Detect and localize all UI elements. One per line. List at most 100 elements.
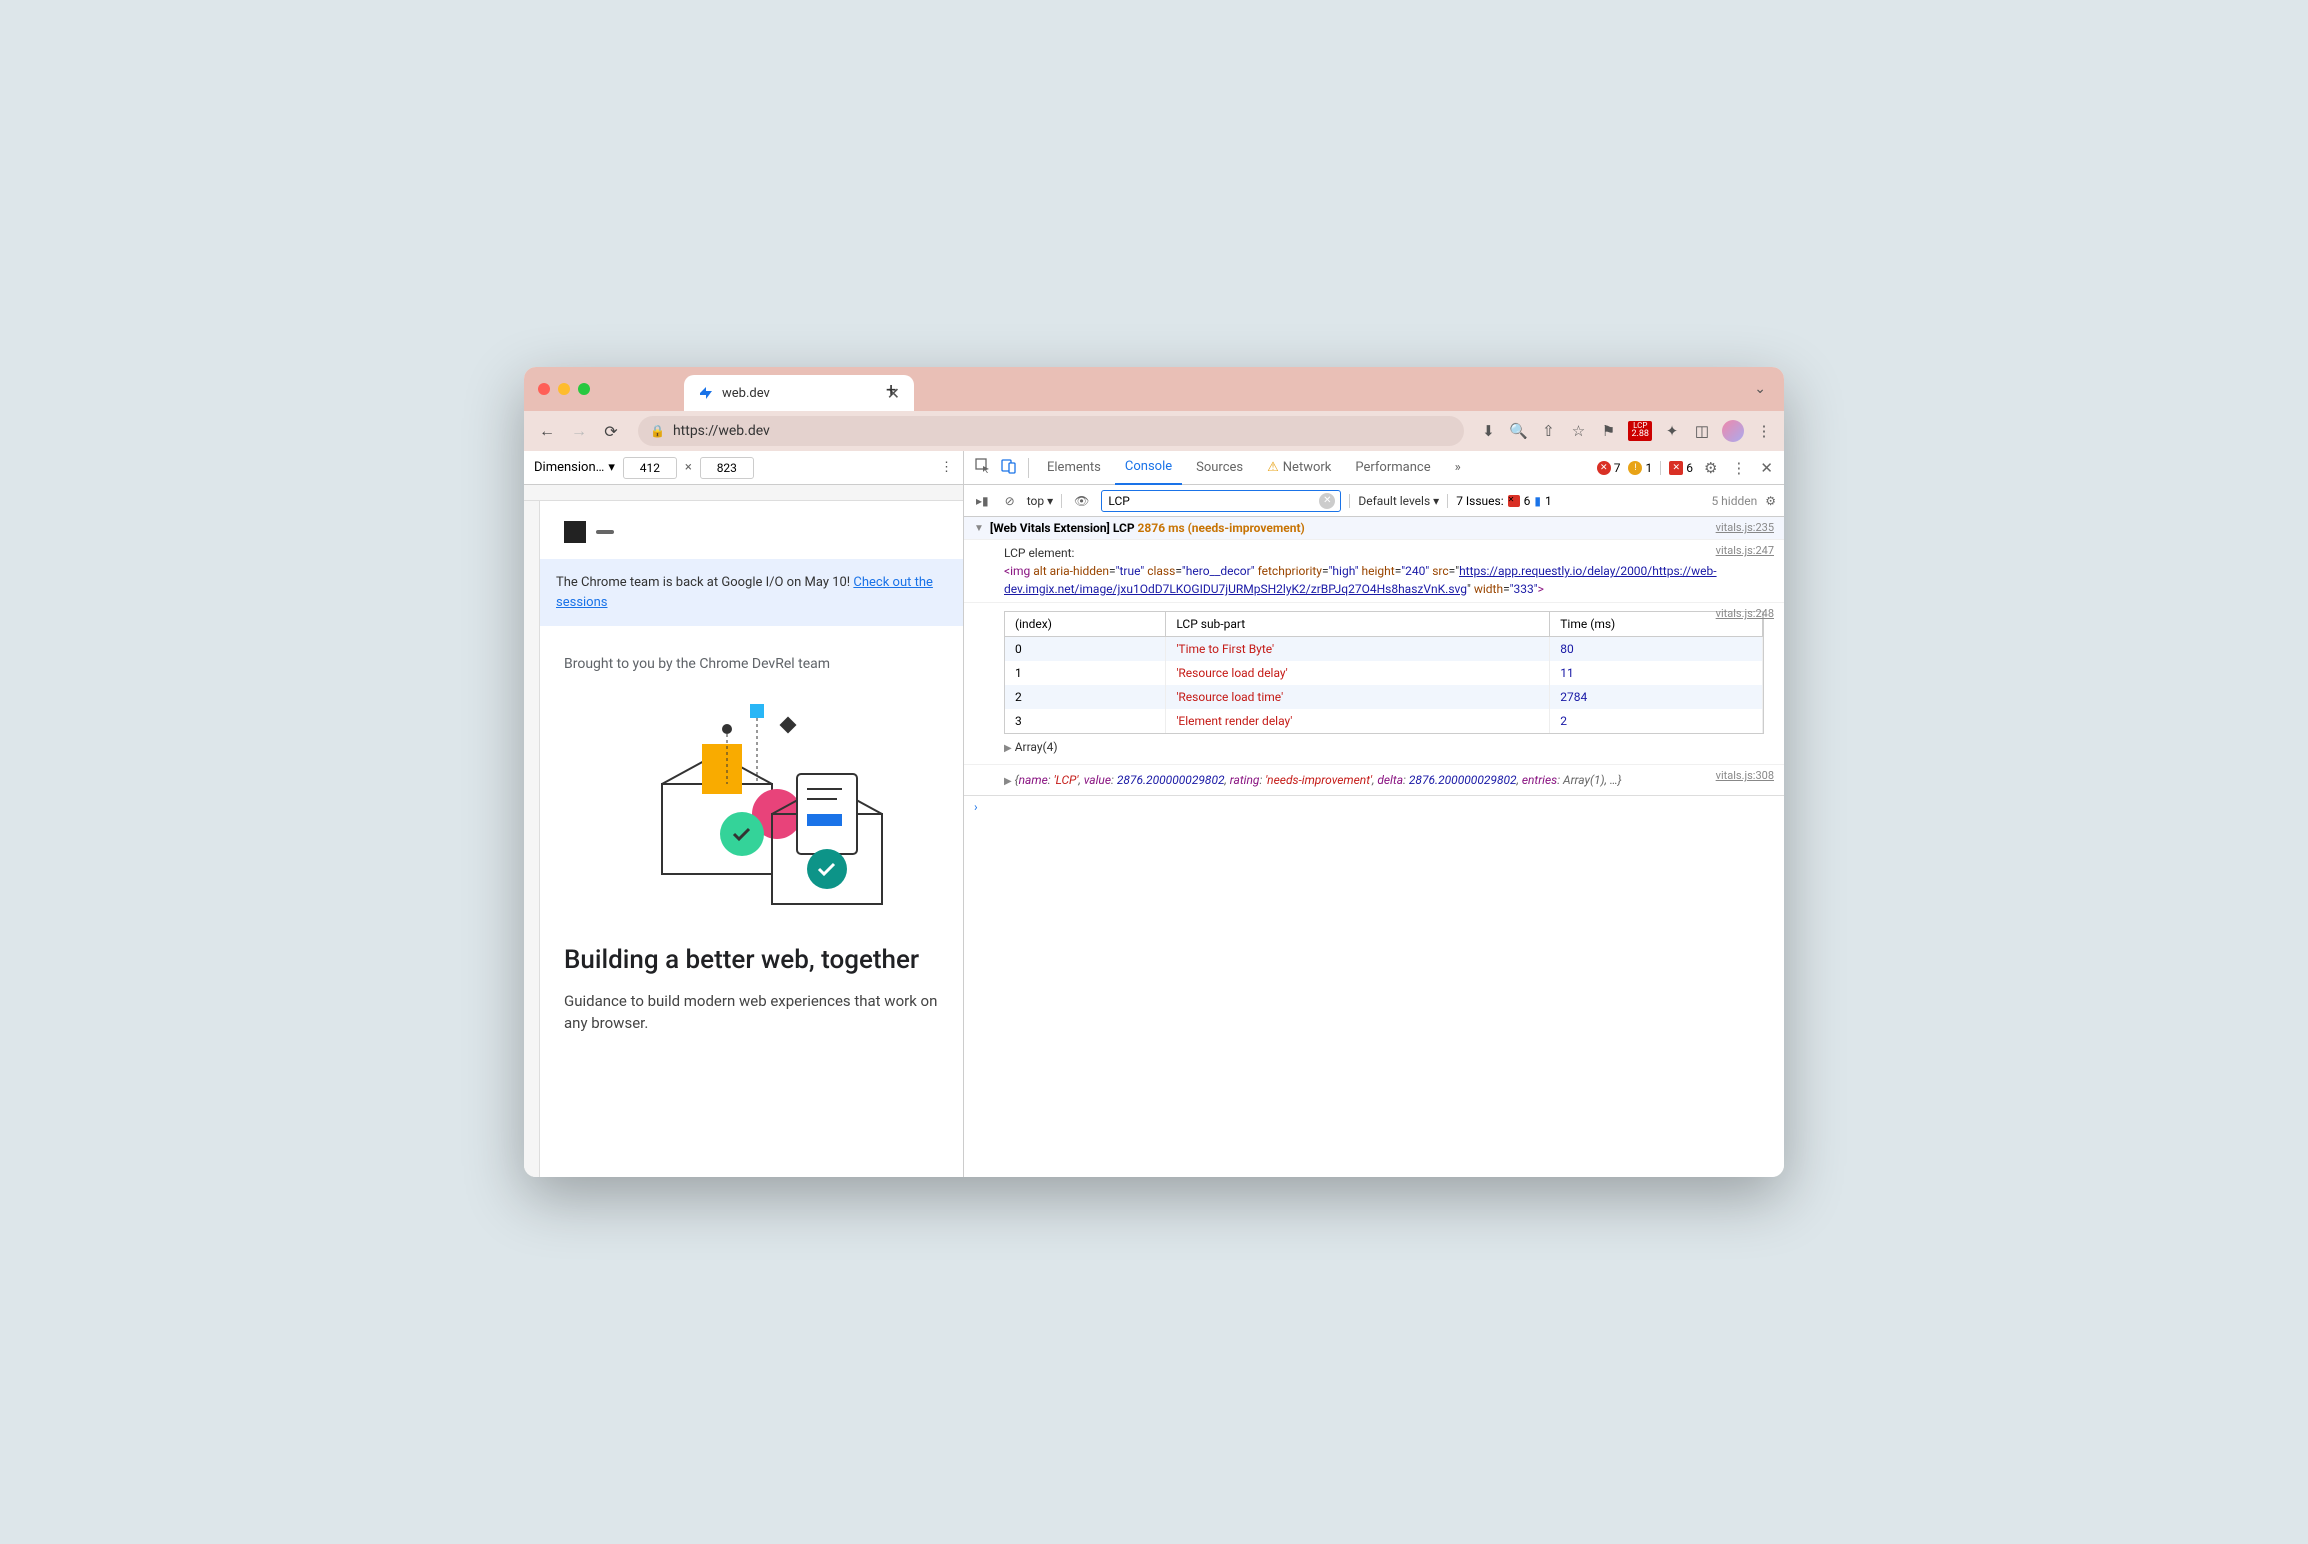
lock-icon: 🔒 [650, 424, 665, 438]
dimensions-dropdown[interactable]: Dimension… ▾ [534, 460, 615, 475]
site-logo [564, 521, 939, 543]
log-row: vitals.js:308 ▶ {name: 'LCP', value: 287… [964, 765, 1784, 796]
hero-illustration [602, 684, 902, 924]
tabs-dropdown-icon[interactable]: ⌄ [1754, 381, 1766, 397]
devtools-panel: Elements Console Sources ⚠ Network Perfo… [964, 451, 1784, 1177]
tab-performance[interactable]: Performance [1345, 451, 1440, 485]
source-link[interactable]: vitals.js:235 [1716, 521, 1774, 534]
logo-square-icon [564, 521, 586, 543]
tab-favicon [698, 385, 714, 401]
log-row: vitals.js:247 LCP element: <img alt aria… [964, 540, 1784, 603]
hidden-count[interactable]: 5 hidden [1711, 494, 1757, 508]
tab-sources[interactable]: Sources [1186, 451, 1253, 485]
device-toolbar: Dimension… ▾ × ⋮ [524, 451, 963, 485]
sidepanel-icon[interactable]: ◫ [1692, 421, 1712, 441]
toolbar-actions: ⬇ 🔍 ⇧ ☆ ⚑ LCP 2.88 ✦ ◫ ⋮ [1478, 420, 1774, 442]
log-row: vitals.js:248 (index) LCP sub-part Time … [964, 603, 1784, 765]
console-prompt[interactable]: › [964, 796, 1784, 818]
url-text: https://web.dev [673, 423, 770, 439]
bookmark-icon[interactable]: ☆ [1568, 421, 1588, 441]
warning-count-badge[interactable]: !1 [1628, 461, 1652, 475]
array-label[interactable]: ▶ Array(4) [974, 738, 1774, 756]
menu-icon[interactable]: ⋮ [1754, 421, 1774, 441]
dimension-separator: × [685, 460, 692, 475]
maximize-window-button[interactable] [578, 383, 590, 395]
table-row: 2'Resource load time'2784 [1005, 685, 1763, 709]
viewport-wrap: The Chrome team is back at Google I/O on… [524, 501, 963, 1177]
filter-wrap: ✕ [1101, 490, 1341, 512]
clear-filter-icon[interactable]: ✕ [1319, 493, 1335, 509]
device-emulation-panel: Dimension… ▾ × ⋮ The Chrome team [524, 451, 964, 1177]
banner-text: The Chrome team is back at Google I/O on… [556, 575, 853, 590]
close-devtools-icon[interactable]: ✕ [1757, 459, 1776, 477]
traffic-lights [538, 383, 590, 395]
settings-icon[interactable]: ⚙ [1701, 459, 1720, 477]
device-toggle-icon[interactable] [998, 458, 1020, 478]
devtools-tabs: Elements Console Sources ⚠ Network Perfo… [964, 451, 1784, 485]
browser-toolbar: ← → ⟳ 🔒 https://web.dev ⬇ 🔍 ⇧ ☆ ⚑ LCP 2.… [524, 411, 1784, 451]
back-button[interactable]: ← [534, 418, 560, 444]
tab-network[interactable]: ⚠ Network [1257, 451, 1341, 485]
clear-console-icon[interactable]: ⊘ [1001, 494, 1019, 508]
profile-avatar[interactable] [1722, 420, 1744, 442]
console-settings-icon[interactable]: ⚙ [1765, 494, 1776, 508]
page-subheading: Guidance to build modern web experiences… [564, 990, 939, 1035]
forward-button[interactable]: → [566, 418, 592, 444]
devtools-menu-icon[interactable]: ⋮ [1728, 459, 1749, 477]
live-expression-icon[interactable]: 👁 [1070, 494, 1093, 508]
log-row: vitals.js:235 ▼ [Web Vitals Extension] L… [964, 517, 1784, 540]
tab-title: web.dev [722, 386, 879, 401]
table-row: 3'Element render delay'2 [1005, 709, 1763, 733]
titlebar: web.dev ✕ + ⌄ [524, 367, 1784, 411]
error-count-badge[interactable]: ✕7 [1597, 461, 1621, 475]
expand-toggle-icon[interactable]: ▼ [974, 521, 984, 534]
emulated-viewport[interactable]: The Chrome team is back at Google I/O on… [540, 501, 963, 1177]
table-header: LCP sub-part [1166, 612, 1550, 637]
logo-dash-icon [596, 530, 614, 534]
zoom-icon[interactable]: 🔍 [1508, 421, 1528, 441]
source-link[interactable]: vitals.js:248 [1716, 607, 1774, 620]
issues-summary[interactable]: 7 Issues: ✕6 ▮1 [1447, 494, 1552, 508]
inspect-icon[interactable] [972, 458, 994, 478]
close-window-button[interactable] [538, 383, 550, 395]
source-link[interactable]: vitals.js:247 [1716, 544, 1774, 557]
table-row: 1'Resource load delay'11 [1005, 661, 1763, 685]
sidebar-toggle-icon[interactable]: ▸▮ [972, 494, 993, 508]
console-toolbar: ▸▮ ⊘ top ▾ 👁 ✕ Default levels ▾ 7 Issues… [964, 485, 1784, 517]
html-snippet: <img alt aria-hidden="true" class="hero_… [974, 562, 1774, 598]
ruler-vertical [524, 501, 540, 1177]
object-preview[interactable]: ▶ {name: 'LCP', value: 2876.200000029802… [974, 769, 1774, 791]
tab-elements[interactable]: Elements [1037, 451, 1111, 485]
context-selector[interactable]: top ▾ [1027, 494, 1062, 508]
main-area: Dimension… ▾ × ⋮ The Chrome team [524, 451, 1784, 1177]
flag-icon[interactable]: ⚑ [1598, 421, 1618, 441]
brought-by-text: Brought to you by the Chrome DevRel team [564, 656, 939, 672]
table-row: 0'Time to First Byte'80 [1005, 637, 1763, 662]
io-banner: The Chrome team is back at Google I/O on… [540, 559, 963, 626]
lcp-extension-badge[interactable]: LCP 2.88 [1628, 421, 1652, 442]
page-heading: Building a better web, together [564, 944, 939, 978]
reload-button[interactable]: ⟳ [598, 418, 624, 444]
console-output[interactable]: vitals.js:235 ▼ [Web Vitals Extension] L… [964, 517, 1784, 1177]
browser-window: web.dev ✕ + ⌄ ← → ⟳ 🔒 https://web.dev ⬇ … [524, 367, 1784, 1177]
source-link[interactable]: vitals.js:308 [1716, 769, 1774, 782]
device-more-icon[interactable]: ⋮ [940, 460, 953, 475]
height-input[interactable] [700, 457, 754, 479]
lcp-breakdown-table: (index) LCP sub-part Time (ms) 0'Time to… [1004, 611, 1764, 734]
minimize-window-button[interactable] [558, 383, 570, 395]
tab-console[interactable]: Console [1115, 451, 1182, 485]
filter-input[interactable] [1101, 490, 1341, 512]
tab-more[interactable]: » [1445, 451, 1471, 485]
extensions-icon[interactable]: ✦ [1662, 421, 1682, 441]
ruler-horizontal [524, 485, 963, 501]
share-icon[interactable]: ⇧ [1538, 421, 1558, 441]
log-levels-dropdown[interactable]: Default levels ▾ [1349, 494, 1439, 508]
log-text: LCP element: [974, 544, 1774, 562]
blocked-count-badge[interactable]: ✕6 [1660, 461, 1693, 475]
browser-tab[interactable]: web.dev ✕ [684, 375, 914, 411]
width-input[interactable] [623, 457, 677, 479]
new-tab-button[interactable]: + [886, 380, 896, 401]
page-content: The Chrome team is back at Google I/O on… [540, 501, 963, 1055]
download-icon[interactable]: ⬇ [1478, 421, 1498, 441]
address-bar[interactable]: 🔒 https://web.dev [638, 416, 1464, 446]
